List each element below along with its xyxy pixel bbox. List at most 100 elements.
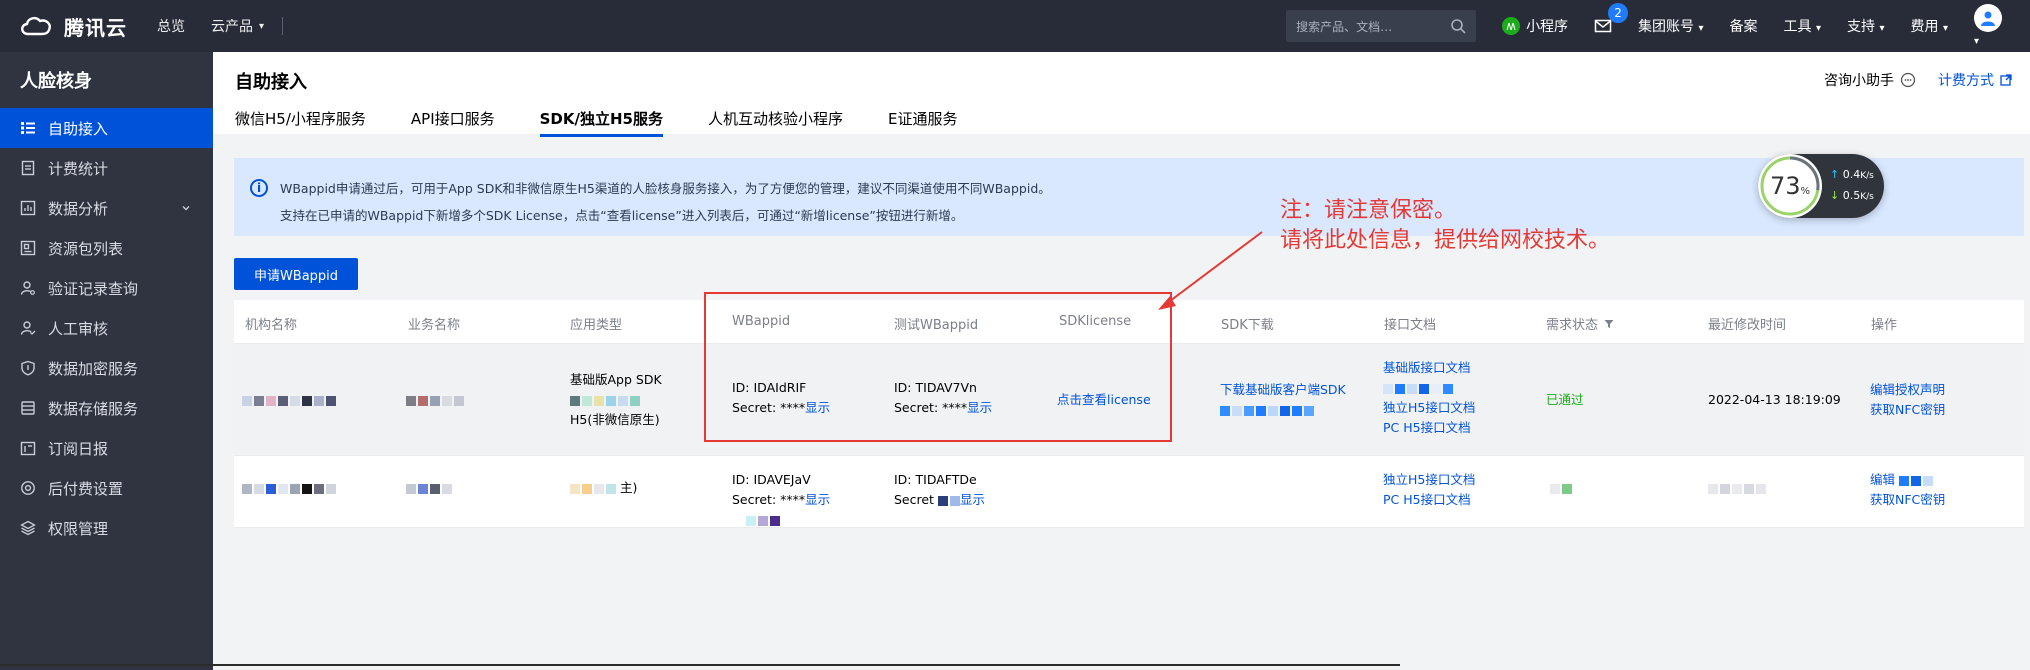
package-icon (20, 240, 36, 256)
sidebar-item-daily-subscription[interactable]: 订阅日报 (0, 428, 213, 468)
messages-button[interactable]: 2 (1594, 3, 1629, 35)
mini-program-label: 小程序 (1526, 19, 1569, 35)
network-speed-widget[interactable]: 73% ↑ 0.4K/s ↓ 0.5K/s (1758, 154, 1884, 218)
column-header: 应用类型 (570, 318, 623, 333)
tab-e-id[interactable]: E证通服务 (888, 108, 957, 135)
org-name-redacted (242, 390, 336, 410)
filing-menu[interactable]: 备案 (1730, 16, 1758, 36)
chat-bubble-icon (1900, 72, 1916, 88)
sidebar-item-self-access[interactable]: 自助接入 (0, 108, 213, 148)
download-sdk-link[interactable]: 下载基础版客户端SDK (1220, 380, 1346, 400)
main-header: 自助接入 咨询小助手 计费方式 微信H5/小程序服务 API接口服务 SDK/独… (213, 52, 2030, 137)
usage-ring: 73% (1758, 154, 1822, 218)
sidebar-title: 人脸核身 (20, 71, 92, 92)
edit-authorization-link[interactable]: 编辑授权声明 (1870, 380, 1945, 400)
tab-wechat-h5[interactable]: 微信H5/小程序服务 (235, 108, 366, 135)
user-menu[interactable]: ▾ (1974, 4, 2002, 48)
docs-cell: 独立H5接口文档 PC H5接口文档 (1383, 470, 1475, 510)
upload-arrow-icon: ↑ (1830, 168, 1840, 181)
business-name-redacted (406, 390, 464, 410)
sidebar-item-data-analysis[interactable]: 数据分析 (0, 188, 213, 228)
nav-products-dropdown[interactable]: 云产品 ▾ (211, 16, 264, 36)
speed-values: ↑ 0.4K/s ↓ 0.5K/s (1830, 165, 1874, 207)
annotation-line-1: 注：请注意保密。 (1280, 198, 1457, 223)
annotation-note: 注：请注意保密。 请将此处信息，提供给网校技术。 (1280, 196, 1610, 256)
h5-api-doc-link[interactable]: 独立H5接口文档 (1383, 398, 1475, 418)
sidebar-item-postpaid-settings[interactable]: 后付费设置 (0, 468, 213, 508)
org-name-redacted (242, 478, 336, 498)
test-wbappid-id: ID: TIDAFTDe (894, 472, 977, 487)
column-header: 机构名称 (245, 318, 298, 333)
docs-cell: 基础版接口文档 独立H5接口文档 PC H5接口文档 (1383, 358, 1475, 438)
status-column-header[interactable]: 需求状态 (1546, 314, 1614, 333)
sidebar-item-label: 验证记录查询 (48, 279, 139, 298)
nav-products-label: 云产品 (211, 19, 253, 35)
sidebar-item-data-encryption[interactable]: 数据加密服务 (0, 348, 213, 388)
tools-label: 工具 (1783, 19, 1812, 35)
brand-name: 腾讯云 (64, 15, 127, 40)
billing-menu[interactable]: 费用 ▾ (1911, 16, 1948, 36)
chevron-down-icon: ▾ (1816, 23, 1822, 34)
notice-line-2: 支持在已申请的WBappid下新增多个SDK License，点击“查看lice… (280, 208, 964, 223)
chevron-down-icon: ▾ (1942, 23, 1948, 34)
chevron-down-icon (182, 206, 190, 211)
group-account-menu[interactable]: 集团账号 ▾ (1638, 16, 1703, 36)
app-type-redacted (570, 483, 616, 494)
mini-program-link[interactable]: ʍ 小程序 (1502, 16, 1568, 36)
topnav-divider (282, 17, 284, 35)
sidebar-item-verification-records[interactable]: 验证记录查询 (0, 268, 213, 308)
show-test-secret-link[interactable]: 显示 (960, 492, 985, 507)
h5-api-doc-link[interactable]: 独立H5接口文档 (1383, 470, 1475, 490)
highlight-box (704, 292, 1172, 442)
pc-h5-api-doc-link[interactable]: PC H5接口文档 (1383, 490, 1475, 510)
column-header: SDK下载 (1221, 318, 1274, 333)
search-input[interactable]: 搜索产品、文档… (1286, 10, 1477, 42)
column-header: 最近修改时间 (1708, 318, 1787, 333)
support-label: 支持 (1847, 19, 1876, 35)
app-type-line-2: H5(非微信原生) (570, 412, 660, 427)
tab-api[interactable]: API接口服务 (411, 108, 495, 135)
support-menu[interactable]: 支持 ▾ (1847, 16, 1884, 36)
sidebar-item-label: 数据分析 (48, 199, 109, 218)
tab-human-verification[interactable]: 人机互动核验小程序 (708, 108, 843, 135)
wbappid-cell: ID: IDAVEJaV Secret: ****显示 (732, 470, 830, 530)
receipt-icon (21, 160, 35, 176)
annotation-line-2: 请将此处信息，提供给网校技术。 (1280, 228, 1611, 253)
app-type-redacted (570, 395, 640, 406)
actions-cell: 编辑 获取NFC密钥 (1870, 470, 1945, 510)
get-nfc-key-link[interactable]: 获取NFC密钥 (1870, 400, 1945, 420)
edit-link[interactable]: 编辑 (1870, 472, 1895, 487)
brand[interactable]: 腾讯云 (18, 12, 127, 41)
sidebar-item-package-list[interactable]: 资源包列表 (0, 228, 213, 268)
nav-overview[interactable]: 总览 (157, 16, 185, 36)
pc-h5-api-doc-link[interactable]: PC H5接口文档 (1383, 418, 1475, 438)
app-type-line-1: 基础版App SDK (570, 372, 662, 387)
settings-icon (21, 481, 35, 495)
sidebar-item-label: 计费统计 (48, 159, 109, 178)
billing-method-link[interactable]: 计费方式 (1938, 70, 2012, 90)
basic-api-doc-link[interactable]: 基础版接口文档 (1383, 358, 1475, 378)
sidebar-item-permissions[interactable]: 权限管理 (0, 508, 213, 548)
test-wbappid-secret: Secret (894, 492, 934, 507)
sidebar-item-data-storage[interactable]: 数据存储服务 (0, 388, 213, 428)
assistant-label: 咨询小助手 (1824, 73, 1894, 89)
shield-icon (21, 360, 35, 376)
tools-menu[interactable]: 工具 ▾ (1784, 16, 1821, 36)
sidebar-item-billing-stats[interactable]: 计费统计 (0, 148, 213, 188)
bottom-divider (0, 664, 1400, 666)
assistant-link[interactable]: 咨询小助手 (1824, 70, 1916, 90)
status-redacted (1550, 478, 1572, 498)
sidebar-item-manual-review[interactable]: 人工审核 (0, 308, 213, 348)
layers-icon (20, 520, 36, 536)
sidebar-item-label: 后付费设置 (48, 479, 124, 498)
message-count-badge: 2 (1608, 3, 1629, 23)
tab-sdk-h5[interactable]: SDK/独立H5服务 (539, 108, 664, 137)
apply-wbappid-button[interactable]: 申请WBappid (234, 258, 358, 290)
modified-time-redacted (1708, 478, 1766, 498)
app-type-line-1: 主) (619, 480, 638, 495)
get-nfc-key-link[interactable]: 获取NFC密钥 (1870, 490, 1945, 510)
user-check-icon (20, 321, 36, 335)
avatar (1974, 4, 2002, 32)
show-secret-link[interactable]: 显示 (805, 492, 830, 507)
usage-gauge (1760, 156, 1820, 216)
